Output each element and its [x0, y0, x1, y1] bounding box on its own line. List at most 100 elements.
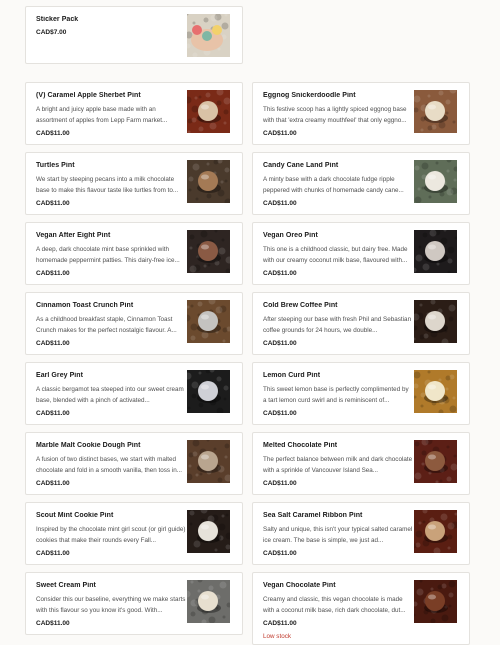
product-image[interactable]	[414, 90, 457, 133]
ice-cream-scoop-photo	[187, 580, 230, 623]
product-description: A minty base with a dark chocolate fudge…	[263, 176, 404, 194]
ice-cream-scoop-photo	[414, 580, 457, 623]
product-image[interactable]	[187, 90, 230, 133]
product-card[interactable]: Cold Brew Coffee Pint After steeping our …	[252, 292, 470, 355]
product-card[interactable]: Scout Mint Cookie Pint Inspired by the ch…	[25, 502, 243, 565]
product-name[interactable]: Cinnamon Toast Crunch Pint	[36, 302, 176, 309]
product-card[interactable]: Melted Chocolate Pint The perfect balance…	[252, 432, 470, 495]
product-price: CAD$11.00	[263, 550, 297, 557]
product-price: CAD$11.00	[263, 200, 297, 207]
product-price: CAD$11.00	[36, 200, 70, 207]
product-description: This one is a childhood classic, but dai…	[263, 246, 408, 264]
ice-cream-scoop-photo	[414, 370, 457, 413]
product-price: CAD$11.00	[263, 410, 297, 417]
stock-status: Low stock	[263, 633, 291, 640]
product-price: CAD$11.00	[36, 410, 70, 417]
ice-cream-scoop-photo	[187, 440, 230, 483]
product-card[interactable]: Turtles Pint We start by steeping pecans …	[25, 152, 243, 215]
product-card[interactable]: Vegan After Eight Pint A deep, dark choco…	[25, 222, 243, 285]
product-image[interactable]	[414, 440, 457, 483]
product-name[interactable]: Sea Salt Caramel Ribbon Pint	[263, 512, 403, 519]
product-image[interactable]	[414, 160, 457, 203]
product-name[interactable]: Eggnog Snickerdoodle Pint	[263, 92, 403, 99]
product-name[interactable]: Vegan After Eight Pint	[36, 232, 176, 239]
product-price: CAD$11.00	[36, 550, 70, 557]
product-name[interactable]: Lemon Curd Pint	[263, 372, 403, 379]
product-card[interactable]: Candy Cane Land Pint A minty base with a …	[252, 152, 470, 215]
product-image[interactable]	[187, 230, 230, 273]
product-price: CAD$7.00	[36, 29, 67, 36]
product-description: This festive scoop has a lightly spiced …	[263, 106, 407, 124]
product-card[interactable]: Earl Grey Pint A classic bergamot tea ste…	[25, 362, 243, 425]
product-description: A bright and juicy apple base made with …	[36, 106, 168, 124]
product-image[interactable]	[414, 230, 457, 273]
product-image[interactable]	[187, 300, 230, 343]
product-description: After steeping our base with fresh Phil …	[263, 316, 412, 334]
product-price: CAD$11.00	[263, 270, 297, 277]
product-image[interactable]	[187, 160, 230, 203]
product-image[interactable]	[187, 370, 230, 413]
product-image[interactable]	[414, 300, 457, 343]
product-card[interactable]: (V) Caramel Apple Sherbet Pint A bright a…	[25, 82, 243, 145]
product-price: CAD$11.00	[36, 130, 70, 137]
product-name[interactable]: Melted Chocolate Pint	[263, 442, 403, 449]
product-card[interactable]: Sticker Pack CAD$7.00	[25, 6, 243, 64]
product-card[interactable]: Marble Malt Cookie Dough Pint A fusion of…	[25, 432, 243, 495]
product-name[interactable]: Earl Grey Pint	[36, 372, 176, 379]
product-name[interactable]: Sticker Pack	[36, 16, 176, 23]
product-image[interactable]	[187, 580, 230, 623]
product-name[interactable]: Turtles Pint	[36, 162, 176, 169]
product-name[interactable]: Candy Cane Land Pint	[263, 162, 403, 169]
ice-cream-scoop-photo	[414, 230, 457, 273]
product-name[interactable]: Cold Brew Coffee Pint	[263, 302, 403, 309]
product-price: CAD$11.00	[263, 340, 297, 347]
sticker-pack-photo	[187, 14, 230, 57]
product-price: CAD$11.00	[36, 480, 70, 487]
product-image[interactable]	[187, 14, 230, 57]
product-card[interactable]: Vegan Oreo Pint This one is a childhood c…	[252, 222, 470, 285]
product-description: Creamy and classic, this vegan chocolate…	[263, 596, 406, 614]
ice-cream-scoop-photo	[414, 300, 457, 343]
product-name[interactable]: (V) Caramel Apple Sherbet Pint	[36, 92, 176, 99]
product-description: We start by steeping pecans into a milk …	[36, 176, 179, 194]
product-name[interactable]: Marble Malt Cookie Dough Pint	[36, 442, 176, 449]
product-description: A classic bergamot tea steeped into our …	[36, 386, 184, 404]
ice-cream-scoop-photo	[187, 90, 230, 133]
product-price: CAD$11.00	[36, 270, 70, 277]
product-description: This sweet lemon base is perfectly compl…	[263, 386, 409, 404]
product-image[interactable]	[187, 440, 230, 483]
product-price: CAD$11.00	[36, 620, 70, 627]
product-card[interactable]: Eggnog Snickerdoodle Pint This festive sc…	[252, 82, 470, 145]
product-description: Inspired by the chocolate mint girl scou…	[36, 526, 186, 544]
product-name[interactable]: Scout Mint Cookie Pint	[36, 512, 176, 519]
product-description: Salty and unique, this isn't your typica…	[263, 526, 413, 544]
ice-cream-scoop-photo	[414, 440, 457, 483]
product-card[interactable]: Vegan Chocolate Pint Creamy and classic, …	[252, 572, 470, 645]
product-description: A deep, dark chocolate mint base sprinkl…	[36, 246, 180, 264]
product-image[interactable]	[187, 510, 230, 553]
product-image[interactable]	[414, 370, 457, 413]
product-name[interactable]: Sweet Cream Pint	[36, 582, 176, 589]
ice-cream-scoop-photo	[187, 230, 230, 273]
product-description: Consider this our baseline, everything w…	[36, 596, 186, 614]
product-image[interactable]	[414, 580, 457, 623]
product-name[interactable]: Vegan Chocolate Pint	[263, 582, 403, 589]
ice-cream-scoop-photo	[414, 160, 457, 203]
product-description: The perfect balance between milk and dar…	[263, 456, 413, 474]
product-description: As a childhood breakfast staple, Cinnamo…	[36, 316, 177, 334]
ice-cream-scoop-photo	[187, 160, 230, 203]
product-card[interactable]: Sweet Cream Pint Consider this our baseli…	[25, 572, 243, 635]
ice-cream-scoop-photo	[187, 370, 230, 413]
ice-cream-scoop-photo	[187, 300, 230, 343]
product-name[interactable]: Vegan Oreo Pint	[263, 232, 403, 239]
product-price: CAD$11.00	[263, 620, 297, 627]
product-image[interactable]	[414, 510, 457, 553]
product-card[interactable]: Lemon Curd Pint This sweet lemon base is …	[252, 362, 470, 425]
product-price: CAD$11.00	[263, 130, 297, 137]
product-price: CAD$11.00	[263, 480, 297, 487]
product-card[interactable]: Sea Salt Caramel Ribbon Pint Salty and un…	[252, 502, 470, 565]
product-description: A fusion of two distinct bases, we start…	[36, 456, 182, 474]
ice-cream-scoop-photo	[187, 510, 230, 553]
product-card[interactable]: Cinnamon Toast Crunch Pint As a childhood…	[25, 292, 243, 355]
ice-cream-scoop-photo	[414, 510, 457, 553]
